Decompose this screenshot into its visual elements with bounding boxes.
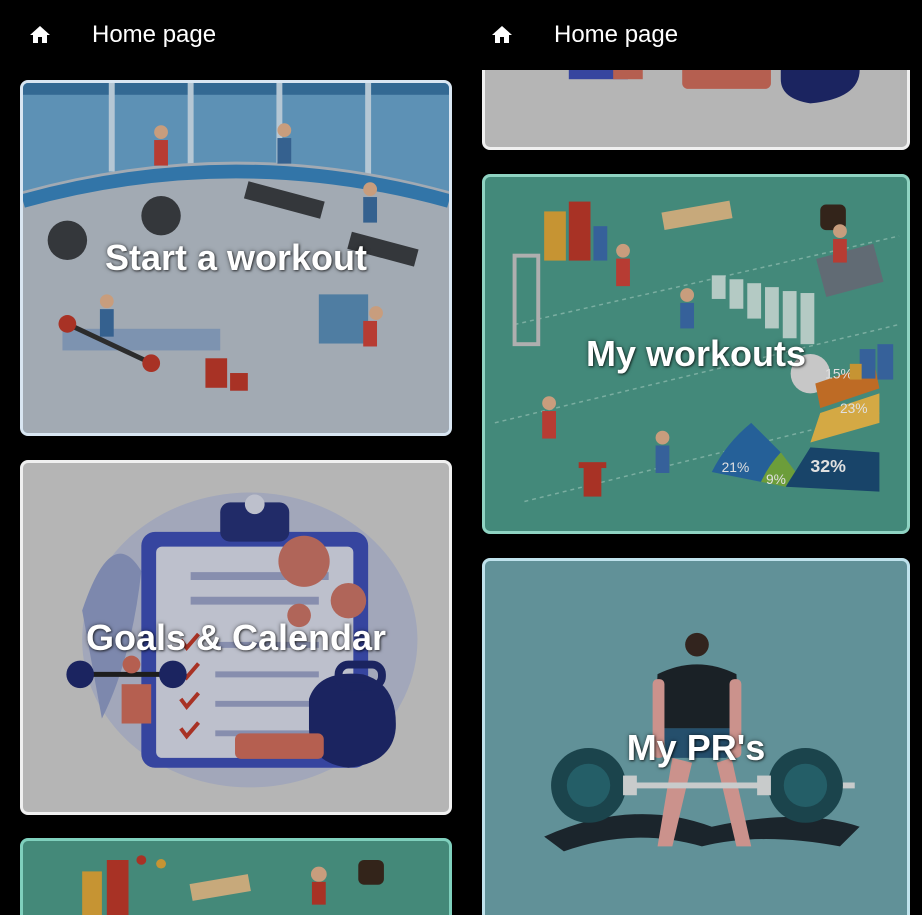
home-icon[interactable] — [490, 23, 514, 47]
goals-calendar-label: Goals & Calendar — [85, 616, 387, 658]
right-screen: Home page 15% 23% 21% 9% 32% My workouts… — [470, 0, 922, 915]
goals-calendar-card[interactable]: Goals & Calendar — [20, 460, 452, 815]
page-title: Home page — [554, 21, 679, 48]
start-workout-card[interactable]: Start a workout — [20, 80, 452, 436]
app-bar: Home page — [470, 0, 922, 70]
my-workouts-card[interactable]: 15% 23% 21% 9% 32% My workouts — [482, 174, 910, 534]
home-icon[interactable] — [28, 23, 52, 47]
my-prs-card[interactable]: My PR's — [482, 558, 910, 915]
left-screen: Home page Start a workout Goals & Calend… — [8, 0, 462, 915]
card-overlay — [23, 841, 449, 915]
start-workout-label: Start a workout — [104, 237, 368, 278]
my-workouts-card-peek[interactable] — [20, 838, 452, 915]
app-bar: Home page — [8, 0, 462, 70]
my-workouts-label: My workouts — [585, 333, 807, 374]
page-title: Home page — [92, 21, 217, 48]
my-prs-label: My PR's — [626, 727, 766, 768]
